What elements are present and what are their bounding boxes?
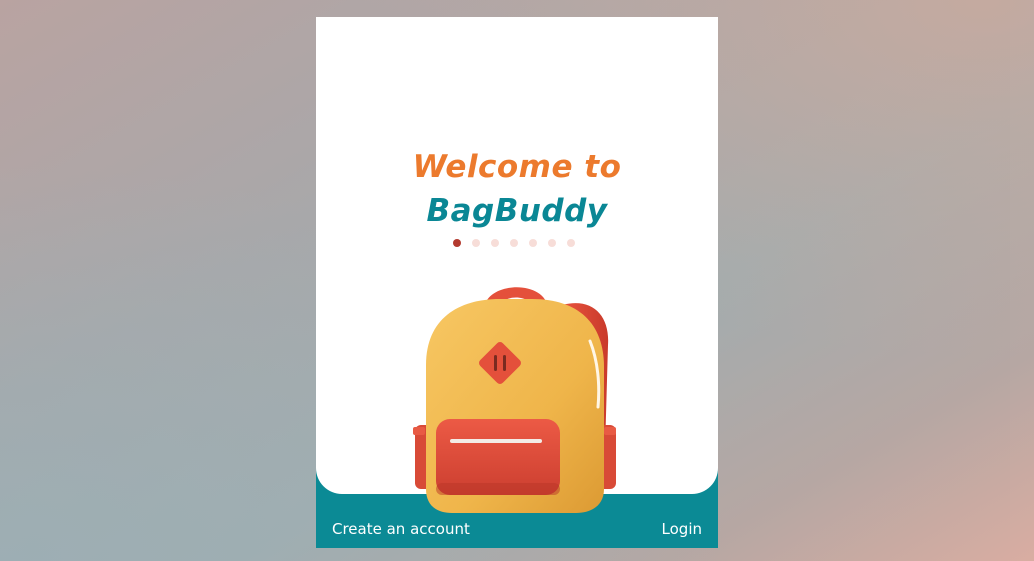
welcome-title: Welcome to	[412, 149, 622, 185]
carousel-indicator	[453, 239, 575, 249]
onboarding-card: Welcome to BagBuddy Create an account Lo…	[316, 17, 718, 548]
app-name-title: BagBuddy	[426, 193, 608, 229]
login-link[interactable]: Login	[662, 519, 702, 539]
backpack-illustration	[413, 287, 616, 513]
carousel-dot[interactable]	[529, 239, 537, 247]
carousel-dot[interactable]	[510, 239, 518, 247]
carousel-dot[interactable]	[472, 239, 480, 247]
carousel-dot[interactable]	[567, 239, 575, 247]
carousel-dot[interactable]	[491, 239, 499, 247]
carousel-dot[interactable]	[548, 239, 556, 247]
carousel-dot[interactable]	[453, 239, 461, 247]
create-account-link[interactable]: Create an account	[332, 519, 470, 539]
